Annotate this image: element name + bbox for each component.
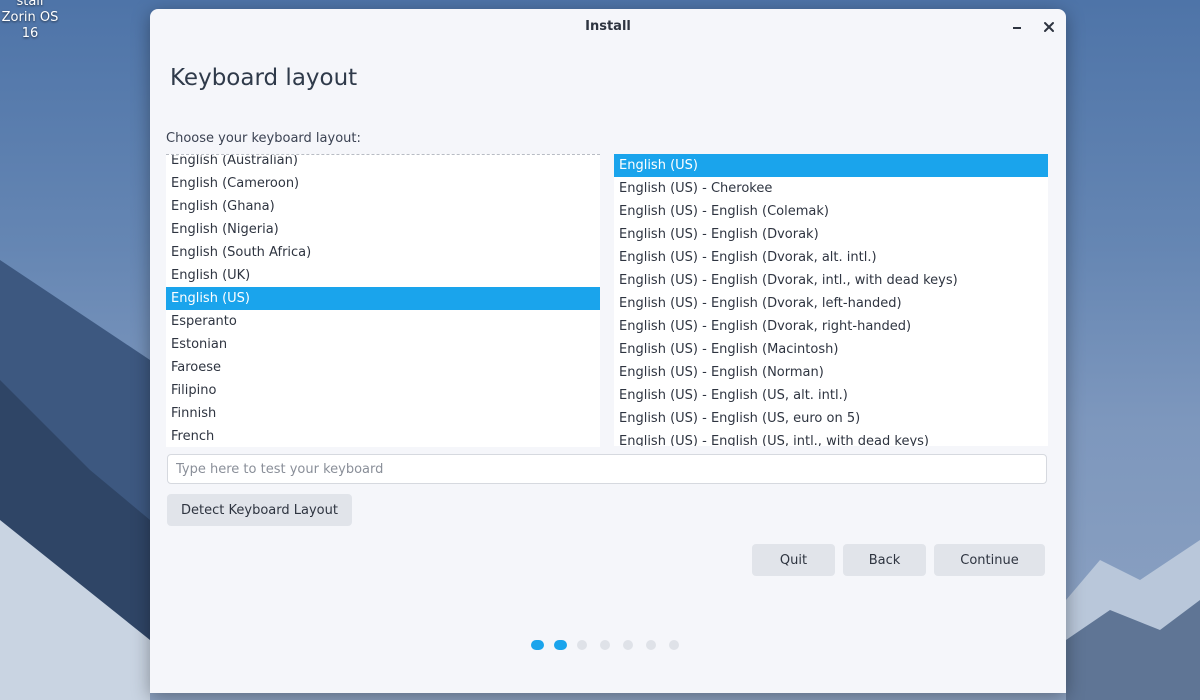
variant-list-item[interactable]: English (US) - English (Macintosh) [614, 338, 1048, 361]
variant-list-item[interactable]: English (US) - English (Dvorak, left-han… [614, 292, 1048, 315]
step-dot-pending [646, 640, 656, 650]
detect-keyboard-layout-button[interactable]: Detect Keyboard Layout [167, 494, 352, 526]
layout-list-item[interactable]: Estonian [166, 333, 600, 356]
layout-list-item[interactable]: Faroese [166, 356, 600, 379]
keyboard-layout-list[interactable]: English (Australian) English (Cameroon) En… [166, 154, 600, 447]
layout-list-item[interactable]: English (South Africa) [166, 241, 600, 264]
layout-list-item[interactable]: English (Ghana) [166, 195, 600, 218]
layout-prompt-label: Choose your keyboard layout: [166, 131, 361, 146]
step-dot-pending [669, 640, 679, 650]
step-dot-completed [554, 640, 567, 650]
variant-list-item[interactable]: English (US) [614, 154, 1048, 177]
variant-list-item[interactable]: English (US) - English (US, alt. intl.) [614, 384, 1048, 407]
variant-list-item[interactable]: English (US) - English (Dvorak, alt. int… [614, 246, 1048, 269]
minimize-icon [1013, 27, 1021, 29]
variant-list-item[interactable]: English (US) - English (Dvorak, right-ha… [614, 315, 1048, 338]
layout-list-item[interactable]: English (Cameroon) [166, 172, 600, 195]
desktop-label-line2: 16 [21, 26, 39, 41]
step-dot-pending [623, 640, 633, 650]
close-button[interactable] [1038, 16, 1060, 38]
quit-button[interactable]: Quit [752, 544, 835, 576]
variant-list-item[interactable]: English (US) - English (Colemak) [614, 200, 1048, 223]
layout-list-item[interactable]: English (UK) [166, 264, 600, 287]
layout-list-item[interactable]: English (Australian) [166, 155, 600, 172]
close-icon [1044, 22, 1054, 32]
window-title: Install [585, 19, 631, 34]
minimize-button[interactable] [1006, 16, 1028, 38]
keyboard-variant-list[interactable]: English (US) English (US) - Cherokee Engli… [614, 154, 1048, 446]
layout-list-item[interactable]: English (US) [166, 287, 600, 310]
title-bar[interactable]: Install [150, 9, 1066, 45]
variant-list-item[interactable]: English (US) - English (Dvorak) [614, 223, 1048, 246]
layout-list-item[interactable]: English (Nigeria) [166, 218, 600, 241]
layout-list-item[interactable]: French [166, 425, 600, 447]
page-title: Keyboard layout [170, 65, 358, 91]
variant-list-item[interactable]: English (US) - English (US, euro on 5) [614, 407, 1048, 430]
step-dot-pending [577, 640, 587, 650]
desktop-label-line1: stall Zorin OS [1, 0, 59, 25]
continue-button[interactable]: Continue [934, 544, 1045, 576]
layout-list-item[interactable]: Esperanto [166, 310, 600, 333]
layout-list-item[interactable]: Finnish [166, 402, 600, 425]
back-button[interactable]: Back [843, 544, 926, 576]
installer-window: Install Keyboard layout Choose your keyb… [150, 9, 1066, 693]
variant-list-item[interactable]: English (US) - English (US, intl., with … [614, 430, 1048, 446]
desktop-install-icon-label[interactable]: stall Zorin OS 16 [0, 0, 60, 42]
step-dot-pending [600, 640, 610, 650]
step-dot-completed [531, 640, 544, 650]
variant-list-item[interactable]: English (US) - English (Dvorak, intl., w… [614, 269, 1048, 292]
layout-list-item[interactable]: Filipino [166, 379, 600, 402]
keyboard-test-input[interactable] [167, 454, 1047, 484]
variant-list-item[interactable]: English (US) - Cherokee [614, 177, 1048, 200]
variant-list-item[interactable]: English (US) - English (Norman) [614, 361, 1048, 384]
